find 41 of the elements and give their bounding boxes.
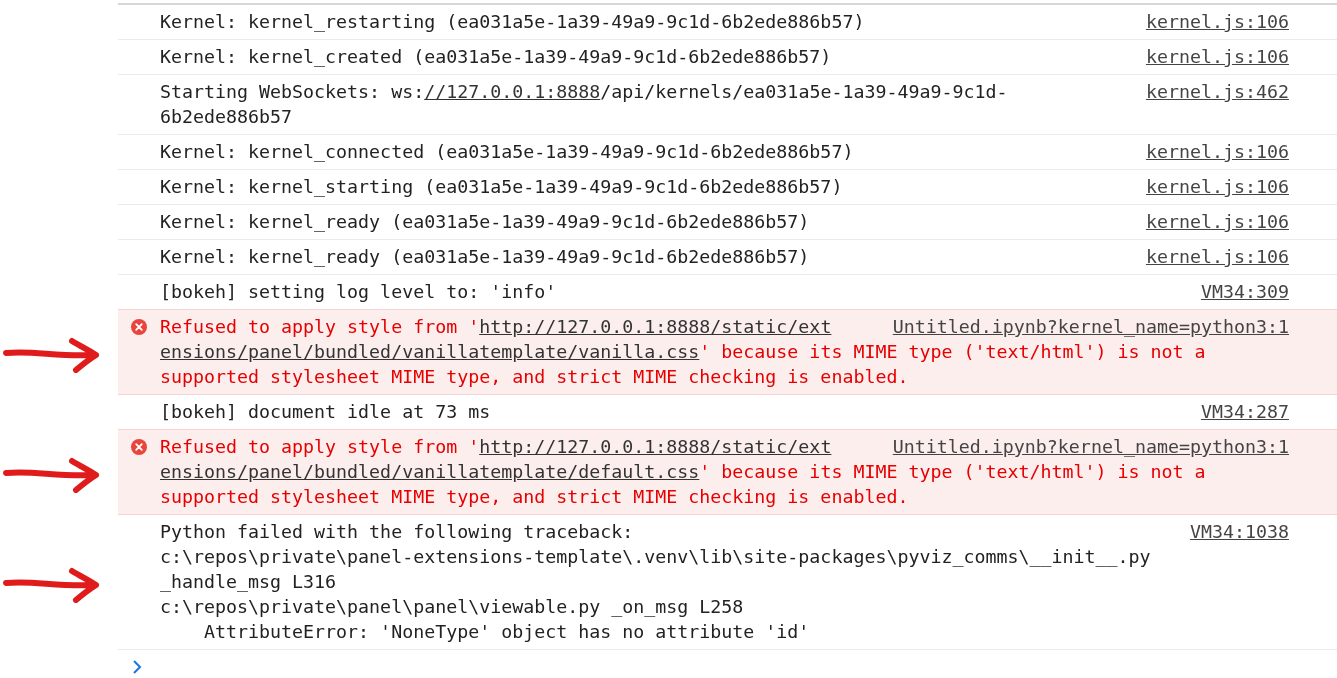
prompt-chevron-icon [132,660,142,674]
message-text: Refused to apply style from 'http://127.0.0.1:8888/static/ext [160,435,832,459]
message-text: supported stylesheet MIME type, and strict MIME checking is enabled. [160,485,909,509]
message-text: ensions/panel/bundled/vanillatemplate/default.css' because its MIME type ('text/html') is not a [160,460,1206,484]
source-link[interactable]: kernel.js:106 [1145,44,1289,69]
message-text: [bokeh] setting log level to: 'info' [160,280,557,304]
message-text: Kernel: kernel_restarting (ea031a5e-1a39-49a9-9c1d-6b2ede886b57) [160,10,865,34]
message-text: Starting WebSockets: ws://127.0.0.1:8888/api/kernels/ea031a5e-1a39-49a9-9c1d- [160,80,1008,104]
message-text: [bokeh] document idle at 73 ms [160,400,491,424]
message-text: AttributeError: 'NoneType' object has no attribute 'id' [203,620,810,644]
message-text: c:\repos\private\panel\panel\viewable.py _on_msg L258 [160,595,744,619]
source-link[interactable]: VM34:309 [1200,279,1289,304]
source-link[interactable]: VM34:1038 [1189,519,1289,544]
message-text: _handle_msg L316 [160,570,337,594]
url-link[interactable]: ensions/panel/bundled/vanillatemplate/default.css [160,461,700,482]
error-icon [131,439,147,455]
source-link[interactable]: VM34:287 [1200,399,1289,424]
url-link[interactable]: //127.0.0.1:8888 [424,81,601,102]
error-icon [131,319,147,335]
source-link[interactable]: kernel.js:106 [1145,174,1289,199]
message-text: Kernel: kernel_starting (ea031a5e-1a39-49a9-9c1d-6b2ede886b57) [160,175,843,199]
url-link[interactable]: http://127.0.0.1:8888/static/ext [479,316,832,337]
url-link[interactable]: http://127.0.0.1:8888/static/ext [479,436,832,457]
message-text: Refused to apply style from 'http://127.0.0.1:8888/static/ext [160,315,832,339]
message-text: Python failed with the following traceback: [160,520,634,544]
source-link[interactable]: kernel.js:106 [1145,139,1289,164]
message-text: c:\repos\private\panel-extensions-template\.venv\lib\site-packages\pyviz_comms\__init__.py [160,545,1151,569]
message-text: Kernel: kernel_created (ea031a5e-1a39-49a9-9c1d-6b2ede886b57) [160,45,832,69]
source-link[interactable]: kernel.js:106 [1145,209,1289,234]
source-link[interactable]: kernel.js:462 [1145,79,1289,104]
message-text: 6b2ede886b57 [160,105,293,129]
message-text: Kernel: kernel_ready (ea031a5e-1a39-49a9-9c1d-6b2ede886b57) [160,210,810,234]
url-link[interactable]: ensions/panel/bundled/vanillatemplate/vanilla.css [160,341,700,362]
message-text: Kernel: kernel_ready (ea031a5e-1a39-49a9-9c1d-6b2ede886b57) [160,245,810,269]
message-text: Kernel: kernel_connected (ea031a5e-1a39-49a9-9c1d-6b2ede886b57) [160,140,854,164]
message-text: ensions/panel/bundled/vanillatemplate/vanilla.css' because its MIME type ('text/html') is not a [160,340,1206,364]
source-link[interactable]: kernel.js:106 [1145,9,1289,34]
source-link[interactable]: Untitled.ipynb?kernel_name=python3:1 [892,434,1289,459]
source-link[interactable]: Untitled.ipynb?kernel_name=python3:1 [892,314,1289,339]
message-text: supported stylesheet MIME type, and strict MIME checking is enabled. [160,365,909,389]
source-link[interactable]: kernel.js:106 [1145,244,1289,269]
